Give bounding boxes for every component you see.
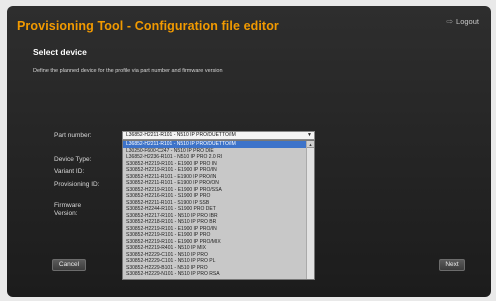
dropdown-scrollbar[interactable]: ▲ — [306, 141, 314, 279]
logout-link[interactable]: ⇨ Logout — [446, 17, 479, 26]
dropdown-options: L36852-H2211-R101 - N510 IP PRO/DUETTO/I… — [123, 141, 314, 278]
part-number-label: Part number: — [54, 132, 92, 139]
dropdown-option[interactable]: S30852-H2229-N101 - N510 IP PRO RSA — [123, 271, 306, 278]
logout-icon: ⇨ — [446, 17, 454, 26]
device-type-label: Device Type: — [54, 156, 92, 163]
cancel-button[interactable]: Cancel — [52, 259, 86, 271]
part-number-dropdown[interactable]: L36852-H2211-R101 - N510 IP PRO/DUETTO/I… — [122, 140, 315, 280]
version-label: Version: — [54, 210, 78, 217]
section-title: Select device — [33, 47, 87, 57]
scroll-up-icon[interactable]: ▲ — [307, 141, 314, 148]
part-number-value: L36852-H2211-R101 - N510 IP PRO/DUETTO/I… — [126, 132, 236, 138]
provisioning-id-label: Provisioning ID: — [54, 181, 100, 188]
section-description: Define the planned device for the profil… — [33, 68, 223, 74]
logout-label: Logout — [456, 17, 479, 26]
editor-window: Provisioning Tool - Configuration file e… — [7, 6, 491, 297]
firmware-label: Firmware — [54, 202, 82, 209]
part-number-select[interactable]: L36852-H2211-R101 - N510 IP PRO/DUETTO/I… — [122, 131, 315, 140]
variant-id-label: Variant ID: — [54, 168, 85, 175]
chevron-down-icon[interactable]: ▼ — [307, 132, 312, 139]
next-button[interactable]: Next — [439, 259, 465, 271]
page-title: Provisioning Tool - Configuration file e… — [17, 19, 279, 33]
